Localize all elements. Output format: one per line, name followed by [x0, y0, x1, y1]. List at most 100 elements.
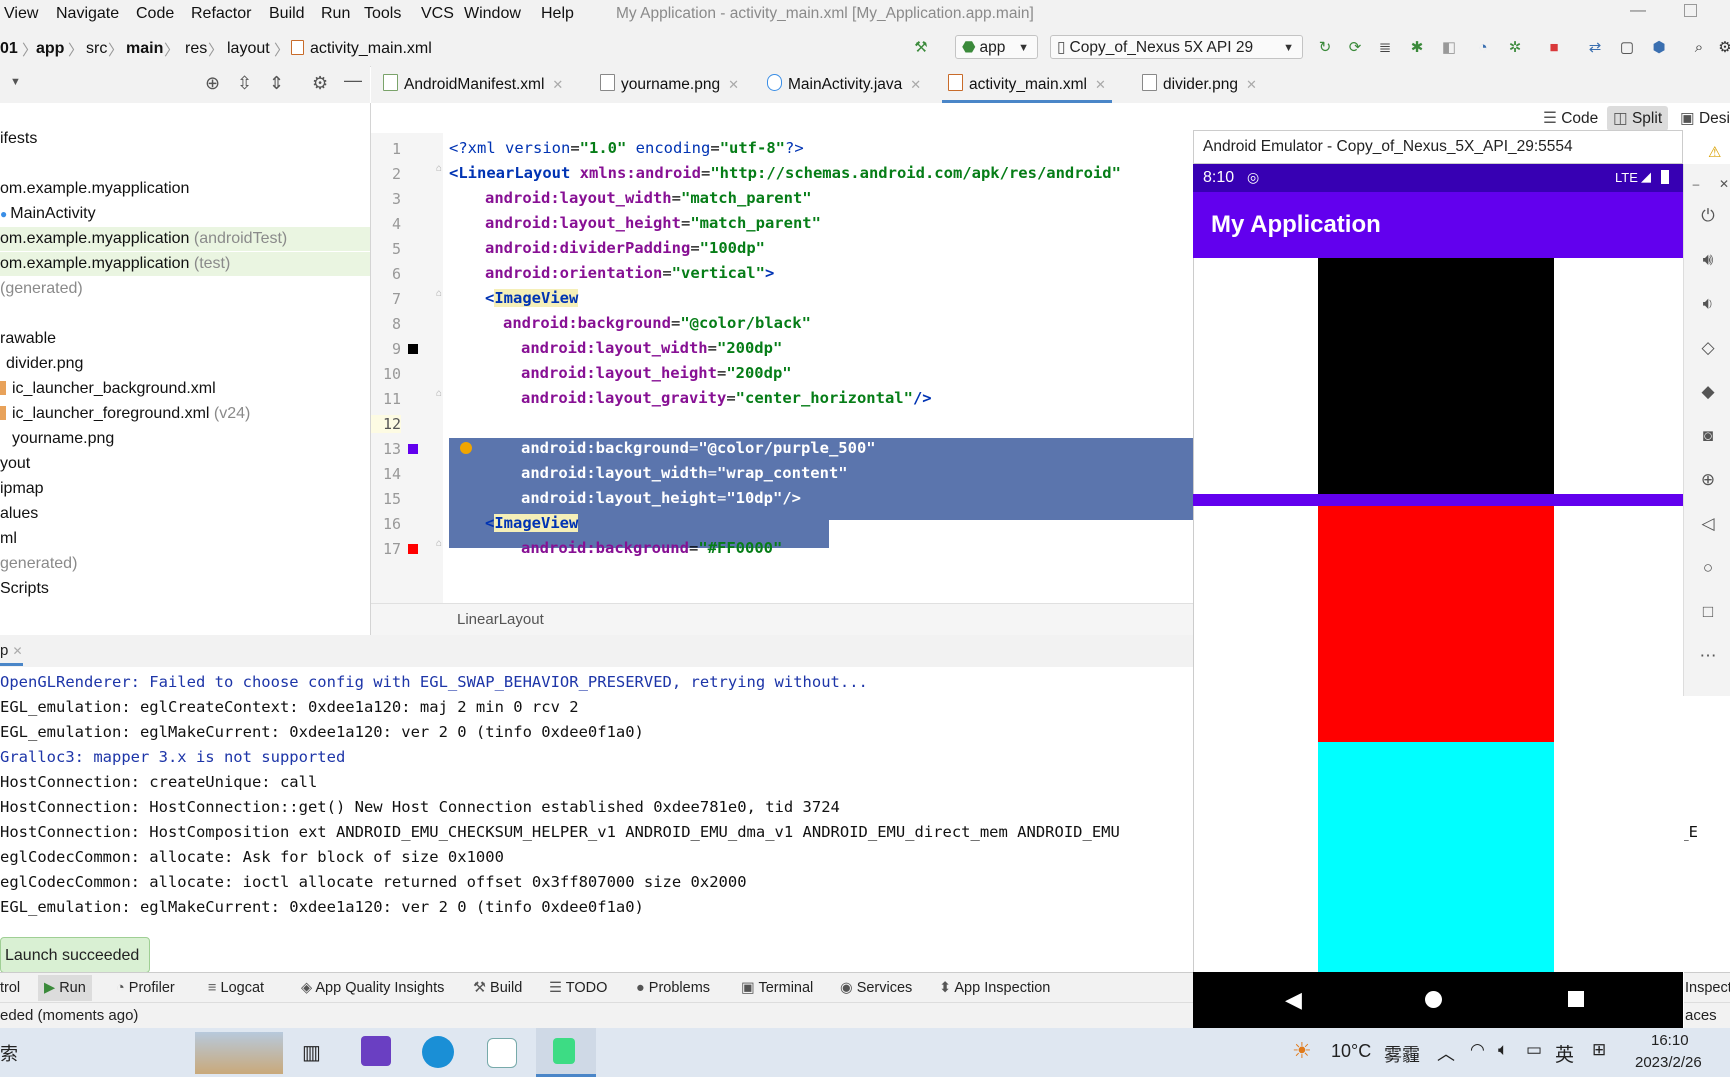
gear-icon[interactable]: ⚙: [312, 73, 328, 94]
menu-vcs[interactable]: VCS: [421, 5, 454, 23]
search-text[interactable]: 索: [0, 1040, 18, 1066]
settings-icon[interactable]: ⚙: [1716, 39, 1730, 57]
menu-code[interactable]: Code: [136, 5, 174, 23]
close-icon[interactable]: ✕: [13, 644, 23, 658]
ime-indicator[interactable]: 英: [1555, 1040, 1574, 1067]
tab-androidmanifest[interactable]: AndroidManifest.xml ✕: [383, 66, 563, 103]
breadcrumb-project[interactable]: 01: [0, 40, 18, 58]
locate-icon[interactable]: ⊕: [205, 73, 220, 94]
volume-down-icon[interactable]: 🔉︎: [1698, 294, 1718, 314]
tree-item[interactable]: divider.png: [0, 352, 370, 376]
tab-divider[interactable]: divider.png ✕: [1142, 66, 1257, 103]
tool-app-quality[interactable]: ◈ App Quality Insights: [301, 980, 444, 996]
tree-item[interactable]: (generated): [0, 277, 370, 301]
apply-code-changes-icon[interactable]: ⟳: [1346, 39, 1364, 57]
tree-item[interactable]: generated): [0, 552, 370, 576]
stop-icon[interactable]: ■: [1545, 39, 1563, 57]
back-icon[interactable]: ◀: [1285, 987, 1302, 1013]
apply-changes-icon[interactable]: ↻: [1316, 39, 1334, 57]
minimize-icon[interactable]: —: [1630, 2, 1646, 20]
editor-breadcrumb[interactable]: LinearLayout: [457, 611, 544, 628]
menu-window[interactable]: Window: [464, 5, 521, 23]
sync-icon[interactable]: ⇄: [1586, 39, 1604, 57]
run-console[interactable]: OpenGLRenderer: Failed to choose config …: [0, 667, 1193, 972]
tree-item[interactable]: ifests: [0, 127, 370, 151]
debug-icon[interactable]: ✱: [1408, 39, 1426, 57]
fold-icon[interactable]: ⌂: [436, 288, 442, 299]
hammer-icon[interactable]: ⚒: [912, 39, 930, 57]
rotate-right-icon[interactable]: ◆: [1698, 382, 1718, 402]
chevron-up-icon[interactable]: ︿: [1437, 1040, 1455, 1066]
menu-refactor[interactable]: Refactor: [191, 5, 251, 23]
menu-navigate[interactable]: Navigate: [56, 5, 119, 23]
wifi-icon[interactable]: ◠: [1470, 1040, 1485, 1060]
minimize-icon[interactable]: –: [1686, 174, 1706, 194]
close-icon[interactable]: ✕: [728, 77, 739, 92]
code-view-button[interactable]: ☰ Code: [1543, 109, 1598, 128]
tool-terminal[interactable]: ▣ Terminal: [741, 980, 813, 996]
tree-item[interactable]: Scripts: [0, 577, 370, 601]
coverage-icon[interactable]: ◧: [1440, 39, 1458, 57]
tree-item[interactable]: ● MainActivity: [0, 202, 370, 226]
run-config-select[interactable]: ⬣ app ▼: [955, 35, 1038, 59]
tree-item[interactable]: ipmap: [0, 477, 370, 501]
tree-item[interactable]: rawable: [0, 327, 370, 351]
keyboard-icon[interactable]: ⊞: [1592, 1040, 1606, 1060]
tab-activity-main[interactable]: activity_main.xml ✕: [942, 66, 1112, 103]
tool-logcat[interactable]: ≡ Logcat: [208, 980, 264, 996]
menu-view[interactable]: View: [4, 5, 38, 23]
speaker-icon[interactable]: 🔈︎: [1498, 1040, 1508, 1060]
breadcrumb-file[interactable]: activity_main.xml: [291, 40, 432, 58]
tool-profiler[interactable]: ◔ Profiler: [116, 980, 175, 996]
close-icon[interactable]: ✕: [1714, 174, 1730, 194]
tree-item[interactable]: yout: [0, 452, 370, 476]
recents-icon[interactable]: [1568, 991, 1584, 1007]
edge-icon[interactable]: [422, 1036, 454, 1068]
device-manager-icon[interactable]: ▢: [1618, 39, 1636, 57]
chevron-down-icon[interactable]: ▼: [10, 76, 21, 88]
task-view-icon[interactable]: ▥: [302, 1040, 321, 1065]
overview-icon[interactable]: □: [1698, 602, 1718, 622]
tree-item[interactable]: om.example.myapplication: [0, 177, 370, 201]
tree-item[interactable]: ic_launcher_background.xml: [0, 377, 370, 401]
maximize-icon[interactable]: [1684, 4, 1697, 17]
tool-problems[interactable]: ● Problems: [636, 980, 710, 996]
battery-icon[interactable]: ▭: [1526, 1040, 1542, 1060]
zoom-icon[interactable]: ⊕: [1698, 470, 1718, 490]
camera-icon[interactable]: ◙: [1698, 426, 1718, 446]
color-swatch-purple[interactable]: [408, 444, 418, 454]
volume-up-icon[interactable]: 🔊︎: [1698, 250, 1718, 270]
home-icon[interactable]: ○: [1698, 558, 1718, 578]
design-view-button[interactable]: ▣ Desi: [1680, 109, 1730, 128]
pinned-app-icon[interactable]: [487, 1038, 517, 1068]
back-icon[interactable]: ◁: [1698, 514, 1718, 534]
menu-run[interactable]: Run: [321, 5, 350, 23]
hide-icon[interactable]: —: [344, 70, 362, 91]
tree-item[interactable]: ic_launcher_foreground.xml (v24): [0, 402, 370, 426]
code-editor[interactable]: <?xml version="1.0" encoding="utf-8"?> <…: [443, 133, 1193, 603]
close-icon[interactable]: ✕: [910, 77, 921, 92]
sdk-manager-icon[interactable]: ⬢: [1650, 39, 1668, 57]
tab-yourname[interactable]: yourname.png ✕: [600, 66, 739, 103]
menu-build[interactable]: Build: [269, 5, 305, 23]
warning-icon[interactable]: ⚠: [1708, 143, 1721, 161]
split-view-button[interactable]: ◫ Split: [1607, 106, 1669, 131]
attach-debugger-icon[interactable]: ✲: [1506, 39, 1524, 57]
tab-mainactivity[interactable]: MainActivity.java ✕: [767, 66, 921, 103]
tree-item[interactable]: yourname.png: [0, 427, 370, 451]
search-icon[interactable]: ⌕: [1690, 39, 1708, 57]
run-list-icon[interactable]: ≣: [1376, 39, 1394, 57]
tree-item[interactable]: om.example.myapplication (androidTest): [0, 227, 370, 251]
home-icon[interactable]: [1425, 991, 1442, 1008]
menu-tools[interactable]: Tools: [364, 5, 401, 23]
breadcrumb-main[interactable]: main: [126, 40, 163, 58]
fold-icon[interactable]: ⌂: [436, 538, 442, 549]
tool-inspect[interactable]: Inspect: [1685, 980, 1730, 996]
tool-services[interactable]: ◉ Services: [840, 980, 912, 996]
device-select[interactable]: ▯ Copy_of_Nexus 5X API 29 ▼: [1050, 35, 1303, 59]
close-icon[interactable]: ✕: [1246, 77, 1257, 92]
run-tab[interactable]: p ✕: [0, 642, 23, 666]
profile-icon[interactable]: ◔: [1474, 39, 1492, 57]
clock-date[interactable]: 2023/2/26: [1635, 1054, 1702, 1071]
rotate-left-icon[interactable]: ◇: [1698, 338, 1718, 358]
